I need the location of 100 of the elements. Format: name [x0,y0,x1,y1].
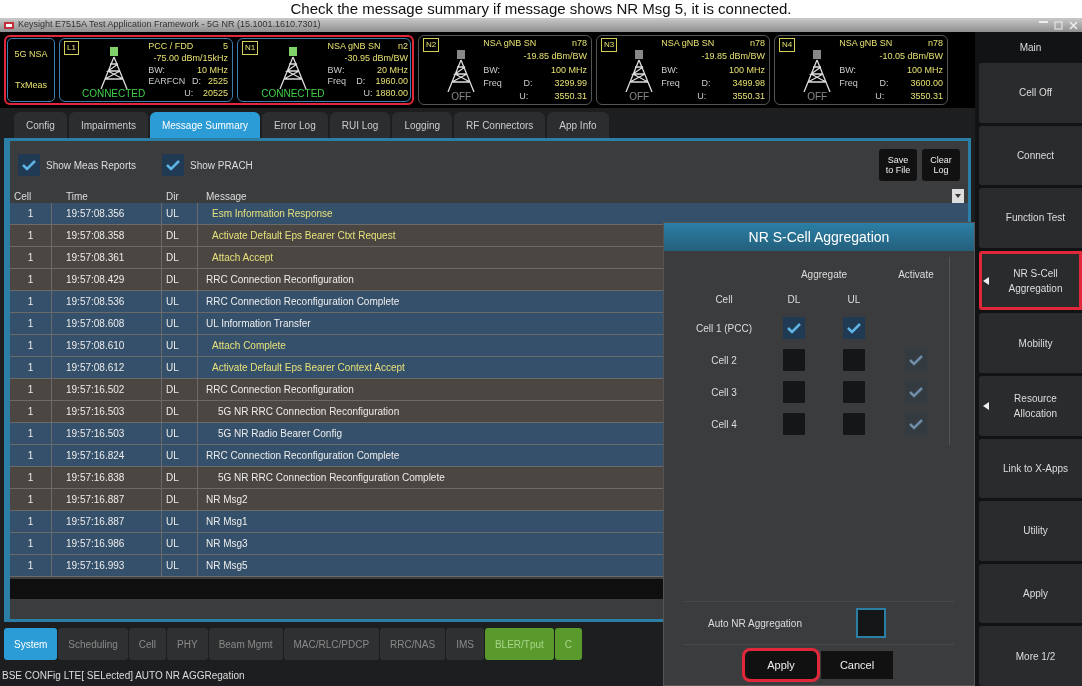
tab[interactable]: RUI Log [329,112,391,138]
dialog-button[interactable]: Cancel [821,651,893,679]
scroll-button[interactable] [952,189,964,203]
tab[interactable]: Config [14,112,67,138]
checkmark-icon [908,386,924,398]
option-label: Show Meas Reports [46,158,137,173]
table-cell: 19:57:08.610 [52,335,162,356]
checkbox[interactable] [783,349,805,371]
tab[interactable]: Cell [128,628,167,660]
table-cell: UL [162,423,198,444]
menu-button[interactable]: Function Test [979,188,1082,248]
checkbox[interactable] [783,317,805,339]
maximize-icon [1054,20,1063,30]
table-cell: UL [162,445,198,466]
tab[interactable]: App Info [547,112,609,138]
table-cell-text: UL Information Transfer [205,317,312,331]
menu-button[interactable]: NR S-Cell Aggregation [979,250,1082,311]
power-value: -19.85 dBm/BW [701,51,765,63]
table-cell: UL [162,203,198,224]
tab[interactable]: Error Log [262,112,328,138]
tab[interactable]: Beam Mgmt [208,628,283,660]
auto-label: Auto NR Aggregation [708,616,802,631]
table-row[interactable]: 1 19:57:08.356 UL Esm Information Response [10,203,968,225]
table-cell: 19:57:16.502 [52,379,162,400]
checkmark-icon [908,418,924,430]
table-cell: 19:57:08.608 [52,313,162,334]
table-cell: 19:57:08.356 [52,203,162,224]
table-cell-text: RRC Connection Reconfiguration Complete [205,449,401,463]
menu-button[interactable]: Utility [979,501,1082,561]
test-label: TxMeas [15,78,47,92]
close-icon [1069,20,1078,30]
down-arrow-icon [955,194,961,198]
checkbox[interactable] [162,154,185,176]
table-cell-text: NR Msg2 [205,493,249,507]
checkbox[interactable] [857,610,884,636]
table-cell: 1 [10,423,52,444]
bw-label: BW: [839,64,857,76]
cell-title: NSA gNB SN [839,38,893,49]
bw-value: 100 MHz [729,64,765,76]
bw-label: BW: [661,64,679,76]
menu-button[interactable]: Cell Off [979,63,1082,123]
ul-value: 20525 [202,88,228,99]
table-cell: UL [162,313,198,334]
tab[interactable]: RRC/NAS [380,628,446,660]
left-arrow-icon [983,276,989,285]
table-cell: 1 [10,401,52,422]
dl-value: 3600.00 [910,77,943,89]
checkbox[interactable] [843,413,865,435]
menu-button[interactable]: Apply [979,563,1082,624]
ul-value: 1880.00 [375,88,409,99]
menu-button[interactable]: Mobility [979,313,1082,373]
table-cell-text: Attach Complete [211,339,287,353]
table-cell-text: NR Msg3 [205,537,249,551]
table-cell: 1 [10,489,52,510]
app-icon [4,20,14,30]
tab[interactable]: MAC/RLC/PDCP [283,628,380,660]
tab[interactable]: RF Connectors [454,112,546,138]
table-cell: DL [162,269,198,290]
checkbox[interactable] [783,413,805,435]
band-label: n78 [927,38,943,49]
menu-button[interactable]: Resource Allocation [979,375,1082,436]
tab[interactable]: Impairments [68,112,148,138]
checkbox[interactable] [18,154,40,176]
ul-label: U: [519,91,529,102]
dialog-button[interactable]: Apply [745,651,817,679]
log-button[interactable]: Save to File [879,149,917,181]
table-cell: UL [162,357,198,378]
band-label: n78 [571,38,587,49]
checkmark-icon [165,159,182,171]
bw-label: BW: [327,64,345,76]
tab[interactable]: PHY [167,628,208,660]
tab[interactable]: Scheduling [58,628,128,660]
checkmark-icon [908,354,924,366]
table-cell: 1 [10,555,52,576]
table-cell: UL [162,335,198,356]
option-label: Show PRACH [190,158,253,173]
table-cell: 1 [10,357,52,378]
table-cell: 1 [10,247,52,268]
table-cell-text: RRC Connection Reconfiguration [205,273,355,287]
checkbox[interactable] [843,349,865,371]
checkbox[interactable] [843,381,865,403]
freq-label: EARFCN [148,76,186,88]
menu-button[interactable]: More 1/2 [979,626,1082,686]
table-cell: DL [162,225,198,246]
ul-label: U: [184,88,194,99]
table-cell: 19:57:16.503 [52,423,162,444]
tab[interactable]: IMS [446,628,484,660]
menu-button[interactable]: Link to X-Apps [979,438,1082,499]
checkbox[interactable] [843,317,865,339]
freq-label: Freq [327,76,347,88]
checkbox[interactable] [783,381,805,403]
log-button[interactable]: Clear Log [922,149,960,181]
caption: Check the message summary if message shows NR Msg 5, it is connected. [0,0,1082,18]
bw-label: BW: [483,64,501,76]
tab[interactable]: Logging [392,112,453,138]
band-label: 5 [223,41,228,52]
table-cell: DL [162,467,198,488]
menu-button[interactable]: Connect [979,125,1082,186]
ul-label: U: [697,91,707,102]
cell-state: OFF [629,92,650,102]
